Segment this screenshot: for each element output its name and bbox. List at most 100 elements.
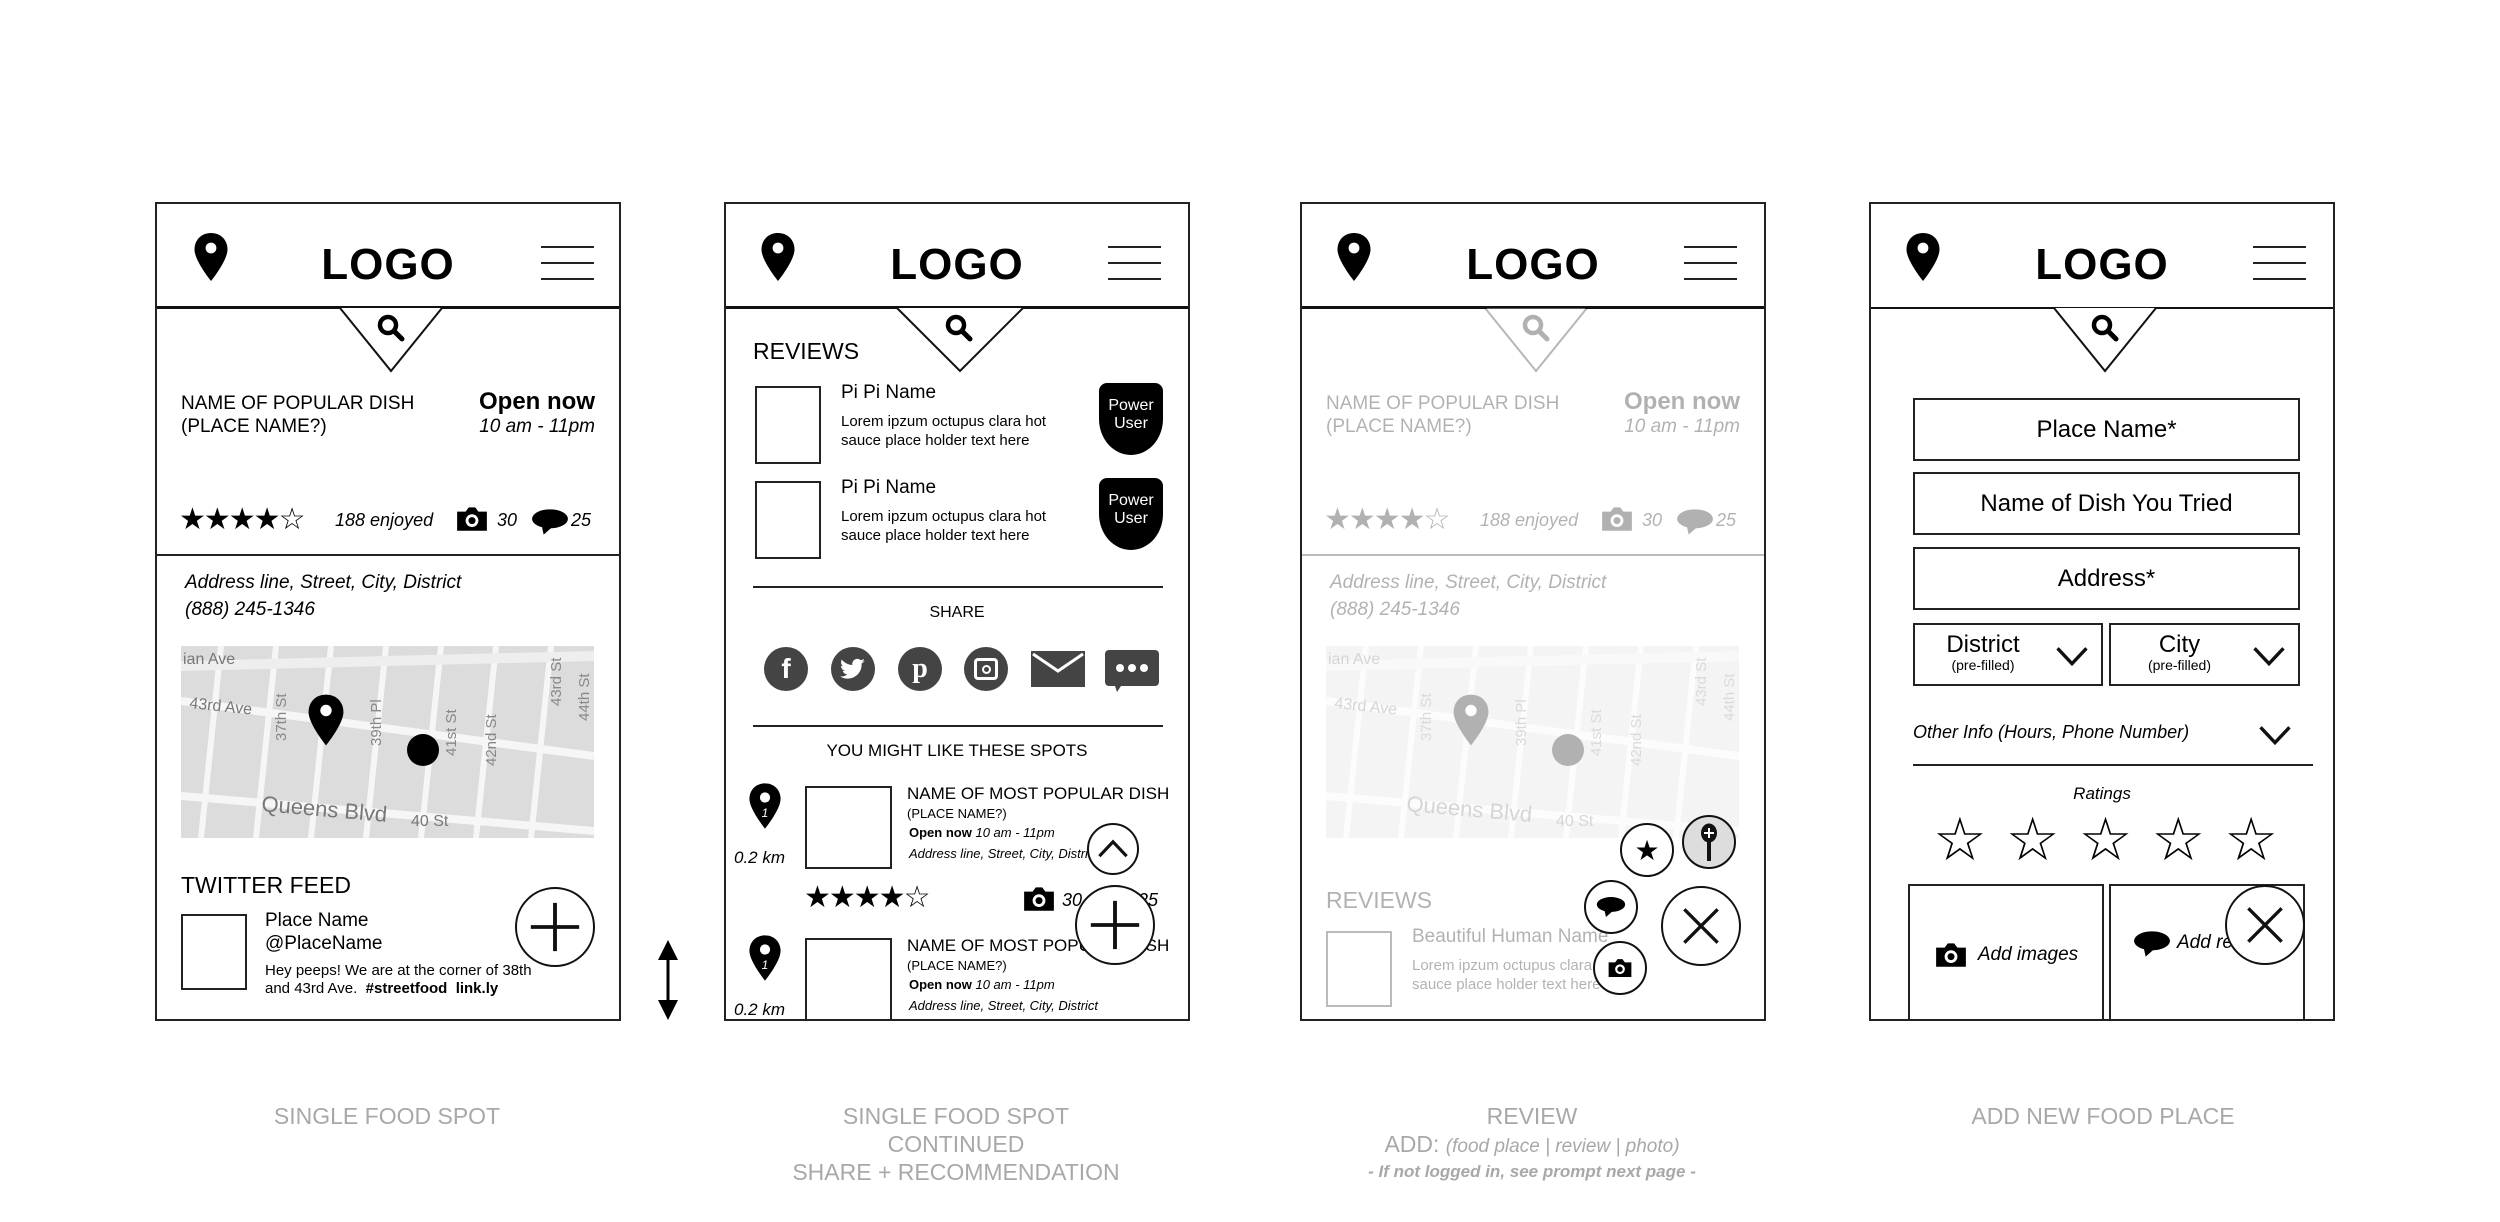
camera-icon[interactable]: [455, 506, 489, 532]
close-icon: [1676, 901, 1726, 951]
star-icon[interactable]: ☆: [2006, 810, 2060, 870]
camera-icon: [1600, 506, 1634, 532]
other-info-label: Other Info (Hours, Phone Number): [1913, 722, 2190, 742]
spot-address: Address line, Street, City, District: [909, 998, 1099, 1013]
dish-name: NAME OF POPULAR DISH: [181, 393, 415, 414]
address: Address line, Street, City, District: [1330, 572, 1607, 593]
chevron-up-icon: [1098, 839, 1128, 858]
star-icon[interactable]: ☆: [1933, 810, 1987, 870]
review-text: sauce place holder text here: [1412, 976, 1601, 993]
add-images-label: Add images: [1977, 944, 2079, 965]
scroll-up-button[interactable]: [1087, 823, 1139, 875]
header: LOGO: [1871, 204, 2333, 309]
screen-single-food-spot-continued: LOGO REVIEWS Pi Pi Name Lorem ipzum octu…: [724, 202, 1190, 1021]
twitter-handle: @PlaceName: [265, 933, 383, 954]
photos-count: 30: [497, 510, 518, 530]
star-icon[interactable]: ☆: [2151, 810, 2205, 870]
spot-place: (PLACE NAME?): [907, 806, 1007, 821]
divider: [157, 554, 619, 556]
add-button[interactable]: [515, 887, 595, 967]
address: Address line, Street, City, District: [185, 572, 462, 593]
suggestions-title: YOU MIGHT LIKE THESE SPOTS: [826, 741, 1088, 760]
search-tab[interactable]: [896, 307, 1024, 373]
hours: 10 am - 11pm: [479, 416, 595, 437]
ratings-label: Ratings: [2073, 784, 2131, 803]
place-name-field[interactable]: Place Name*: [1913, 398, 2300, 461]
header: LOGO: [726, 204, 1188, 309]
reviewer-avatar: [1326, 931, 1392, 1007]
review-text: Lorem ipzum octupus clara hot: [841, 413, 1047, 430]
email-icon[interactable]: [1031, 651, 1085, 687]
rating-input[interactable]: ☆ ☆ ☆ ☆ ☆: [1933, 810, 2278, 870]
review-text: Lorem ipzum octupus clara hot: [841, 508, 1047, 525]
reviewer-name: Pi Pi Name: [841, 477, 937, 498]
map[interactable]: [181, 646, 594, 838]
review-text: Lorem ipzum octupus clara hot: [1412, 957, 1618, 974]
star-icon: ★: [1634, 834, 1660, 866]
add-photo-button[interactable]: [1593, 941, 1647, 995]
rank-number: 1: [761, 958, 769, 972]
add-food-place-button[interactable]: [1682, 815, 1736, 869]
pinterest-icon[interactable]: p: [898, 647, 942, 691]
phone: (888) 245-1346: [185, 599, 315, 620]
distance: 0.2 km: [734, 1000, 786, 1019]
reviewer-avatar: [755, 386, 821, 464]
search-tab[interactable]: [2053, 307, 2157, 373]
add-images-button[interactable]: Add images: [1908, 884, 2104, 1019]
place-name: (PLACE NAME?): [1326, 416, 1472, 437]
dish-name-field[interactable]: Name of Dish You Tried: [1913, 472, 2300, 535]
add-review-label: Add re: [2177, 932, 2233, 953]
camera-icon: [1022, 886, 1056, 912]
close-icon: [2240, 900, 2290, 950]
spot-dish: NAME OF MOST POPULAR DISH: [907, 784, 1170, 803]
header: LOGO: [157, 204, 619, 309]
address-field[interactable]: Address*: [1913, 547, 2300, 610]
rating-stars: ★★★★☆: [1324, 503, 1450, 536]
chevron-down-icon: [2055, 645, 2089, 667]
camera-icon: [1934, 942, 1968, 968]
camera-icon: [1607, 958, 1633, 978]
current-location-dot: [407, 734, 439, 766]
map-pin-icon[interactable]: [307, 694, 345, 746]
twitter-avatar: [181, 914, 247, 990]
search-tab[interactable]: [1484, 307, 1588, 373]
tweet-link[interactable]: link.ly: [456, 980, 499, 997]
comment-icon[interactable]: [531, 508, 569, 536]
instagram-icon[interactable]: [964, 647, 1008, 691]
spot-open-status: Open now: [909, 977, 972, 992]
twitter-icon[interactable]: [831, 647, 875, 691]
distance: 0.2 km: [734, 848, 786, 867]
reviewer-name: Pi Pi Name: [841, 382, 937, 403]
scroll-arrow-icon: [658, 940, 678, 1020]
tweet-hashtag[interactable]: #streetfood: [366, 980, 448, 997]
screen-single-food-spot: LOGO NAME OF POPULAR DISH (PLACE NAME?) O…: [155, 202, 621, 1021]
star-icon[interactable]: ☆: [2079, 810, 2133, 870]
divider: [753, 725, 1163, 727]
twitter-feed-title: TWITTER FEED: [181, 872, 351, 898]
spoon-icon: [1701, 823, 1717, 861]
other-info-dropdown[interactable]: Other Info (Hours, Phone Number): [1913, 716, 2313, 766]
close-button[interactable]: [2225, 885, 2305, 965]
prefilled-hint: (pre-filled): [2147, 656, 2211, 673]
add-button[interactable]: [1075, 885, 1155, 965]
divider: [1302, 554, 1764, 556]
star-icon[interactable]: ☆: [2224, 810, 2278, 870]
chevron-down-icon: [2252, 645, 2286, 667]
add-review-button[interactable]: ★: [1620, 823, 1674, 877]
spot-address: Address line, Street, City, District: [909, 846, 1099, 861]
caption-single-food-spot: SINGLE FOOD SPOT: [273, 1103, 501, 1129]
add-comment-button[interactable]: [1584, 880, 1638, 934]
current-location-dot: [1552, 734, 1584, 766]
city-select[interactable]: City (pre-filled): [2109, 623, 2300, 686]
divider: [753, 586, 1163, 588]
reviewer-name: Beautiful Human Name: [1412, 926, 1609, 947]
city-label: City: [2158, 630, 2201, 658]
search-tab[interactable]: [339, 307, 443, 373]
more-icon[interactable]: [1105, 650, 1159, 692]
map-pin-icon: [1452, 694, 1490, 746]
spot-rating-stars: ★★★★☆: [804, 881, 930, 914]
reviews-title: REVIEWS: [1326, 887, 1433, 913]
district-select[interactable]: District (pre-filled): [1913, 623, 2103, 686]
close-button[interactable]: [1661, 886, 1741, 966]
facebook-icon[interactable]: f: [764, 647, 808, 691]
